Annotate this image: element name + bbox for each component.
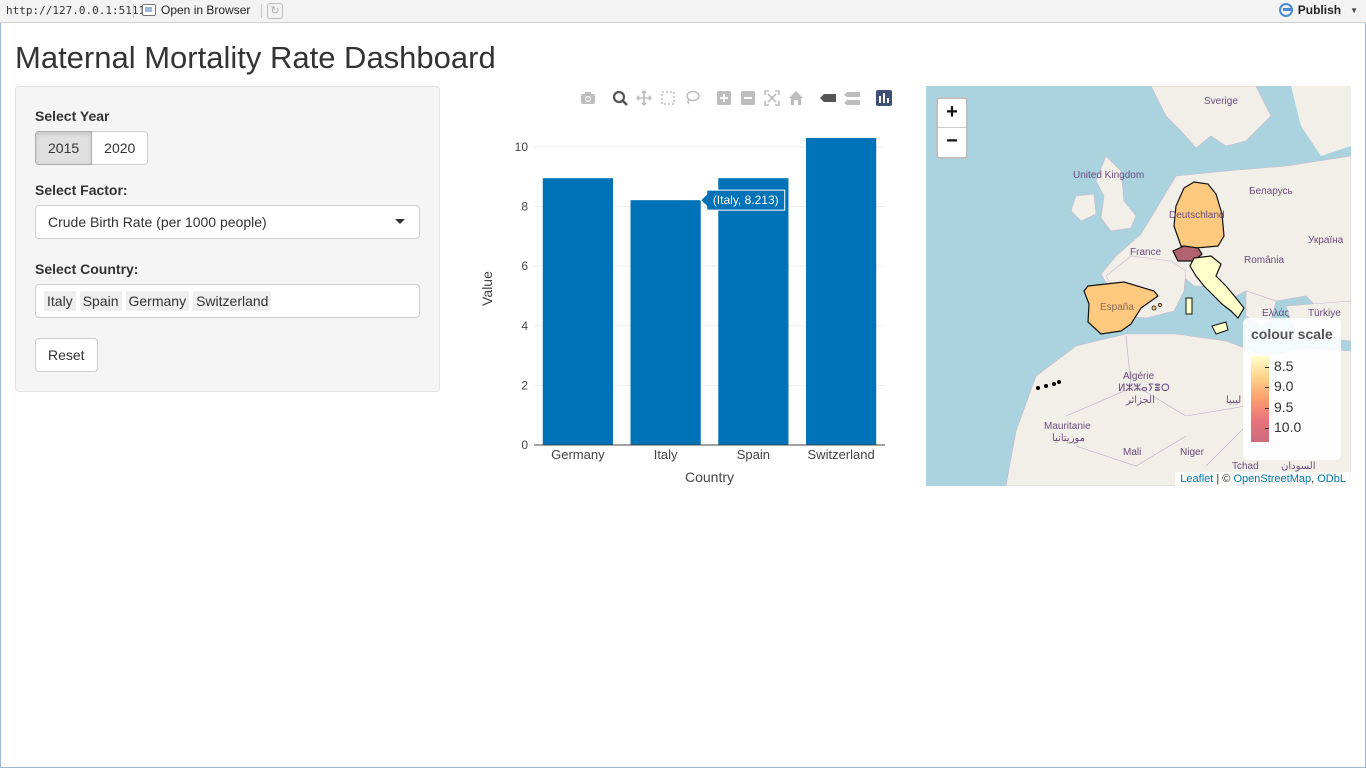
x-tick-label: Switzerland (808, 447, 875, 462)
year-label: Select Year (35, 108, 110, 124)
leaflet-link[interactable]: Leaflet (1180, 473, 1213, 485)
browser-window-icon (142, 4, 156, 16)
refresh-icon[interactable]: ↻ (267, 3, 283, 19)
map-label: Беларусь (1249, 186, 1293, 197)
caret-down-icon (395, 219, 405, 224)
map-attribution: Leaflet | © OpenStreetMap, ODbL (1175, 472, 1351, 486)
map-label: Mali (1123, 447, 1142, 458)
hover-tooltip: (Italy, 8.213) (700, 189, 786, 211)
map-label: Algérie (1123, 371, 1155, 382)
map-legend: colour scale 8.5 9.0 9.5 10.0 (1243, 318, 1341, 460)
map-label: Sverige (1204, 96, 1238, 107)
viewer-toolbar: http://127.0.0.1:5111 Open in Browser ↻ … (0, 0, 1366, 23)
bar-spain[interactable] (718, 178, 789, 445)
map-label: Deutschland (1169, 210, 1225, 221)
publish-button[interactable]: Publish ▼ (1278, 3, 1358, 17)
country-label: Select Country: (35, 261, 139, 277)
openstreetmap-link[interactable]: OpenStreetMap (1233, 473, 1311, 485)
viewer-url: http://127.0.0.1:5111 (6, 4, 146, 17)
y-tick-label: 0 (521, 438, 528, 452)
zoom-in-button[interactable]: + (938, 99, 966, 128)
map-label: Mauritanie (1044, 421, 1091, 432)
bar-switzerland[interactable] (806, 137, 877, 445)
open-in-browser-button[interactable]: Open in Browser (142, 3, 250, 17)
bar-germany[interactable] (542, 178, 613, 445)
y-tick-label: 4 (521, 319, 528, 333)
y-tick-label: 10 (515, 140, 529, 154)
bar-chart-container: 0 2 4 6 8 10 Germany Italy Spain Switzerland Valu… (470, 86, 900, 486)
toolbar-divider (261, 4, 262, 18)
y-tick-label: 8 (521, 200, 528, 214)
x-tick-label: Germany (551, 447, 605, 462)
sidebar-panel: Select Year 2015 2020 Select Factor: Cru… (15, 86, 440, 392)
reset-button[interactable]: Reset (35, 338, 98, 372)
legend-tick: 8.5 (1265, 358, 1293, 374)
country-chip-switzerland[interactable]: Switzerland (193, 291, 272, 311)
bar-chart: 0 2 4 6 8 10 Germany Italy Spain Switzerland Valu… (479, 137, 885, 485)
toolbar-divider (133, 4, 134, 18)
map-label: ليبيا (1226, 395, 1242, 406)
factor-label: Select Factor: (35, 182, 128, 198)
y-tick-label: 2 (521, 378, 528, 392)
factor-select-value: Crude Birth Rate (per 1000 people) (48, 214, 267, 230)
year-button-2020[interactable]: 2020 (92, 131, 149, 165)
chevron-down-icon: ▼ (1350, 5, 1358, 15)
country-chip-italy[interactable]: Italy (44, 291, 76, 311)
map-label: السودان (1281, 461, 1316, 472)
map-label: ⵍⵣⵣⴰⵢⴻⵔ (1118, 383, 1170, 394)
legend-tick: 9.5 (1265, 399, 1293, 415)
map-label: România (1244, 255, 1285, 266)
zoom-out-button[interactable]: − (938, 128, 966, 157)
x-axis-title: Country (685, 469, 734, 485)
map-label: الجزائر (1126, 395, 1155, 406)
legend-title: colour scale (1251, 326, 1333, 342)
map-label: España (1100, 302, 1134, 313)
factor-select[interactable]: Crude Birth Rate (per 1000 people) (35, 205, 420, 239)
x-tick-label: Spain (737, 447, 770, 462)
publish-icon (1278, 3, 1293, 17)
map-label: Україна (1308, 235, 1344, 246)
open-in-browser-label: Open in Browser (161, 3, 251, 17)
map-label: Tchad (1232, 461, 1259, 472)
leaflet-map[interactable]: Sverige United Kingdom Беларусь Deutschl… (926, 86, 1351, 486)
attribution-separator: | © (1213, 473, 1234, 485)
x-tick-label: Italy (654, 447, 678, 462)
map-zoom-control: + − (936, 97, 968, 159)
country-chip-spain[interactable]: Spain (79, 291, 122, 311)
y-tick-label: 6 (521, 259, 528, 273)
publish-label: Publish (1297, 3, 1342, 17)
hover-tooltip-text: (Italy, 8.213) (713, 193, 779, 207)
map-label: France (1130, 247, 1162, 258)
country-chip-germany[interactable]: Germany (125, 291, 190, 311)
year-button-group: 2015 2020 (35, 131, 149, 165)
bar-italy[interactable] (630, 200, 701, 445)
map-label: موريتانيا (1052, 433, 1086, 444)
legend-tick: 9.0 (1265, 378, 1293, 394)
country-multiselect[interactable]: Italy Spain Germany Switzerland (35, 284, 420, 318)
map-label: Niger (1180, 447, 1204, 458)
page-title: Maternal Mortality Rate Dashboard (15, 40, 496, 75)
odbl-link[interactable]: ODbL (1317, 473, 1346, 485)
legend-tick: 10.0 (1265, 419, 1301, 435)
year-button-2015[interactable]: 2015 (35, 131, 93, 165)
y-axis-title: Value (479, 271, 495, 306)
map-label: United Kingdom (1073, 170, 1145, 181)
